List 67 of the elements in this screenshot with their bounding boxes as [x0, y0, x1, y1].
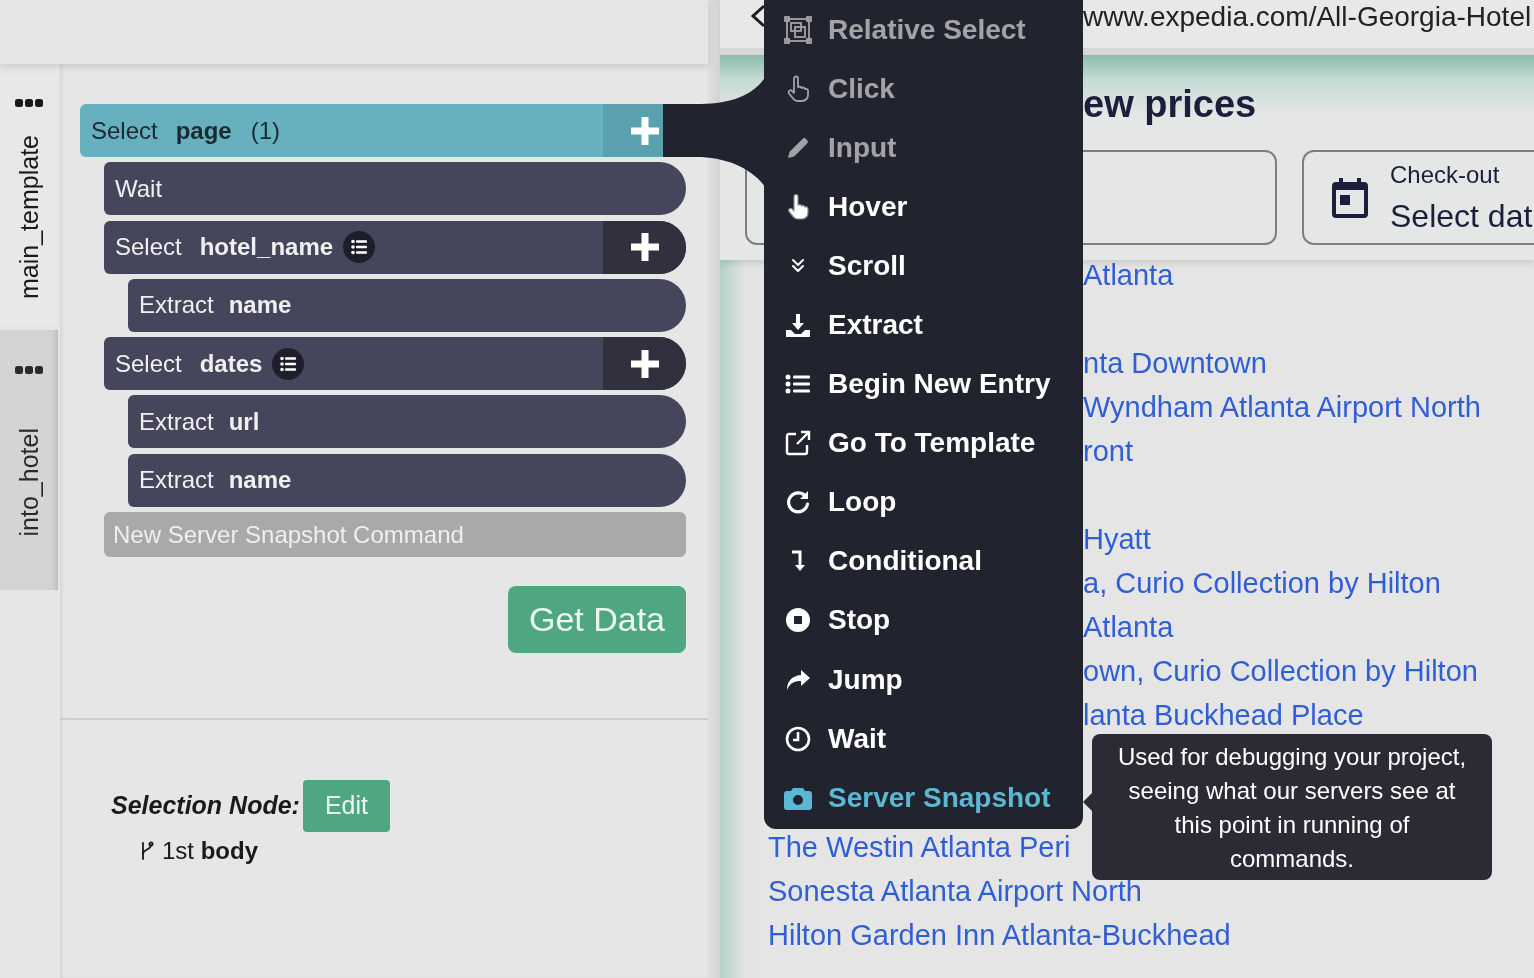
- menu-item[interactable]: Extract: [764, 295, 1083, 355]
- workflow-tab[interactable]: into_hotel: [0, 330, 58, 590]
- command-target: hotel_name: [199, 232, 334, 263]
- branch-icon: [140, 841, 154, 862]
- hotel-link[interactable]: ront: [1083, 434, 1133, 468]
- menu-item[interactable]: Hover: [764, 177, 1083, 237]
- hotel-link[interactable]: own, Curio Collection by Hilton: [1083, 654, 1478, 688]
- address-bar-url: www.expedia.com/All-Georgia-Hotel: [1083, 0, 1532, 34]
- command-target: name: [228, 290, 292, 321]
- download-icon: [784, 311, 812, 339]
- menu-item[interactable]: Begin New Entry: [764, 354, 1083, 414]
- command-target: page: [175, 115, 232, 146]
- command-target: url: [228, 407, 260, 437]
- hotel-link[interactable]: Atlanta: [1083, 258, 1174, 292]
- field-value: Select dat: [1390, 198, 1533, 234]
- date-field[interactable]: Check-out Select dat: [1302, 150, 1534, 245]
- back-icon[interactable]: [750, 4, 766, 28]
- command-name: Extract: [139, 465, 214, 496]
- selection-node-label: Selection Node:: [111, 790, 300, 822]
- hotel-link[interactable]: a, Curio Collection by Hilton: [1083, 566, 1441, 600]
- add-button[interactable]: [603, 220, 686, 274]
- command-target: name: [228, 465, 292, 496]
- menu-item[interactable]: Loop: [764, 472, 1083, 532]
- external-link-icon: [784, 429, 812, 458]
- select-frame-icon: [784, 15, 812, 44]
- plus-icon: [630, 233, 659, 262]
- selection-path: 1st body: [162, 837, 258, 866]
- hotel-link[interactable]: lanta Buckhead Place: [1083, 698, 1364, 732]
- hotel-link[interactable]: Hyatt: [1083, 522, 1151, 556]
- plus-icon: [630, 116, 659, 145]
- add-button[interactable]: [603, 337, 686, 391]
- command-block[interactable]: Extract name: [128, 278, 686, 332]
- stop-icon: [784, 606, 812, 635]
- ellipsis-icon[interactable]: [15, 98, 43, 108]
- hotel-link[interactable]: nta Downtown: [1083, 346, 1267, 380]
- command-name: Extract: [139, 290, 214, 321]
- menu-item[interactable]: Conditional: [764, 531, 1083, 591]
- page-heading: ew prices: [1083, 82, 1257, 126]
- hotel-link[interactable]: Hilton Garden Inn Atlanta-Buckhead: [768, 918, 1231, 952]
- command-target: dates: [199, 348, 263, 379]
- command-name: Extract: [139, 407, 214, 437]
- menu-item[interactable]: Server Snapshot: [764, 768, 1083, 828]
- menu-item[interactable]: Jump: [764, 650, 1083, 710]
- pending-command: New Server Snapshot Command: [104, 512, 686, 558]
- menu-item[interactable]: Wait: [764, 709, 1083, 769]
- menu-item[interactable]: Stop: [764, 590, 1083, 651]
- command-block[interactable]: Extract name: [128, 453, 686, 507]
- hotel-link[interactable]: Atlanta: [1083, 610, 1174, 644]
- match-count: (1): [250, 115, 281, 146]
- command-name: Select: [115, 348, 182, 379]
- menu-item[interactable]: Scroll: [764, 236, 1083, 296]
- command-block[interactable]: Select hotel_name: [104, 220, 686, 274]
- hotel-link[interactable]: Wyndham Atlanta Airport North: [1083, 390, 1481, 424]
- command-block[interactable]: Select dates: [104, 337, 686, 391]
- hotel-link[interactable]: The Westin Atlanta Peri: [768, 830, 1071, 864]
- command-name: Select: [115, 232, 182, 263]
- clock-icon: [784, 724, 812, 753]
- plus-icon: [630, 349, 659, 378]
- command-name: Wait: [115, 173, 163, 204]
- command-block[interactable]: Extract url: [128, 395, 686, 449]
- field-label: Check-out: [1390, 161, 1501, 189]
- command-name: Select: [91, 115, 158, 146]
- menu-item[interactable]: Go To Template: [764, 413, 1083, 473]
- command-block[interactable]: Wait: [104, 162, 686, 216]
- ellipsis-icon[interactable]: [15, 365, 43, 375]
- tooltip: Used for debugging your project, seeing what our servers see at this point in running of commands.: [1092, 734, 1492, 880]
- calendar-icon: [1332, 177, 1368, 218]
